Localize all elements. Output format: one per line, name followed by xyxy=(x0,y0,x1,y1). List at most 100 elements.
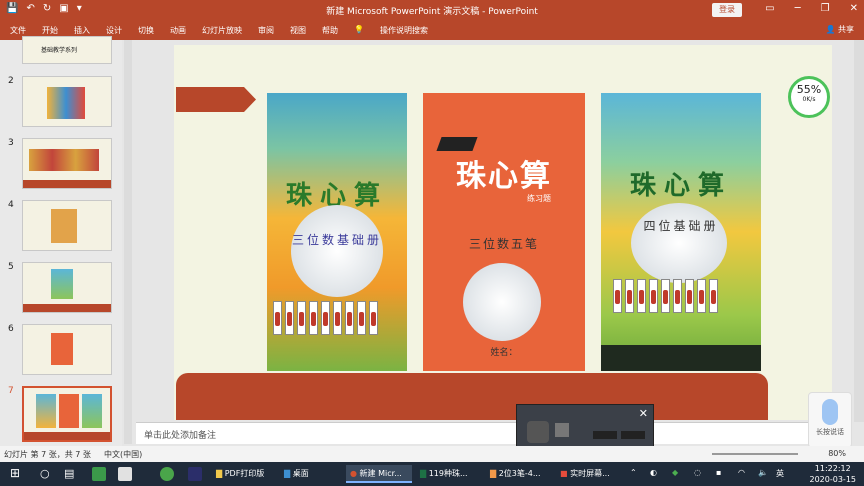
tray-icon-3[interactable]: ▪ xyxy=(716,468,721,477)
footer-banner-shape[interactable] xyxy=(176,373,768,420)
tray-icon-1[interactable]: ◐ xyxy=(650,468,657,477)
graduation-cap-icon xyxy=(436,137,478,151)
microphone-icon xyxy=(822,399,838,425)
lightbulb-icon: 💡 xyxy=(354,25,364,34)
clock-date: 2020-03-15 xyxy=(809,475,857,484)
app-icon-1[interactable] xyxy=(92,467,106,481)
taskbar-item-recorder[interactable]: ■ 实时屏幕... xyxy=(556,465,622,483)
slide-thumbnail-7[interactable] xyxy=(22,386,112,442)
slide-number-3: 3 xyxy=(8,138,14,148)
app-icon-3[interactable] xyxy=(160,467,174,481)
tab-animations[interactable]: 动画 xyxy=(170,25,186,36)
slide-thumbnail-5[interactable] xyxy=(22,262,112,313)
slide-stage: 珠心算 三位数基础册 珠心算 练习题 三位数五笔 姓名： 珠心算 四位基础册 xyxy=(136,40,864,422)
app-icon-2[interactable] xyxy=(118,467,132,481)
tray-chevron-icon[interactable]: ⌃ xyxy=(630,468,637,477)
slide-canvas[interactable]: 珠心算 三位数基础册 珠心算 练习题 三位数五笔 姓名： 珠心算 四位基础册 xyxy=(174,45,832,420)
tab-transitions[interactable]: 切换 xyxy=(138,25,154,36)
recorder-timer-bar xyxy=(621,431,645,439)
windows-taskbar: ⊞ ○ ▤ ▇ PDF打印版 ▇ 桌面 ● 新建 Micr... ▇ 119种珠… xyxy=(0,462,864,486)
book2-name-label: 姓名： xyxy=(490,348,518,358)
slide-count: 幻灯片 第 7 张，共 7 张 xyxy=(4,450,91,459)
book-cover-1[interactable]: 珠心算 三位数基础册 xyxy=(267,93,407,371)
ribbon-display-options-icon[interactable]: ▭ xyxy=(765,3,774,14)
slide-thumbnail-6[interactable] xyxy=(22,324,112,375)
tell-me-search[interactable]: 操作说明搜索 xyxy=(380,25,428,36)
thumbnails-scrollbar[interactable] xyxy=(124,40,132,444)
book-cover-3[interactable]: 珠心算 四位基础册 xyxy=(601,93,761,371)
notes-pane[interactable]: 单击此处添加备注 xyxy=(136,422,852,444)
tab-insert[interactable]: 插入 xyxy=(74,25,90,36)
book3-disc-image xyxy=(631,203,727,283)
ime-icon[interactable]: 英 xyxy=(776,468,784,479)
tray-icon-2[interactable]: ◌ xyxy=(694,468,701,477)
tab-design[interactable]: 设计 xyxy=(106,25,122,36)
taskbar-item-pdf[interactable]: ▇ PDF打印版 xyxy=(212,465,276,483)
slide-thumbnail-4[interactable] xyxy=(22,200,112,251)
tab-help[interactable]: 帮助 xyxy=(322,25,338,36)
clock-time: 11:22:12 xyxy=(814,464,851,473)
voice-label: 长按说话 xyxy=(816,428,844,436)
speed-rate: 0K/s xyxy=(802,96,816,103)
tab-file[interactable]: 文件 xyxy=(10,25,26,36)
tab-slideshow[interactable]: 幻灯片放映 xyxy=(202,25,242,36)
person-icon: 👤 xyxy=(825,25,836,34)
taskbar-item-label: 119种珠... xyxy=(428,469,468,478)
book3-bottom-shadow xyxy=(601,345,761,371)
login-button[interactable]: 登录 xyxy=(712,3,742,17)
tab-review[interactable]: 审阅 xyxy=(258,25,274,36)
book2-title: 珠心算 xyxy=(456,159,552,194)
slide-number-4: 4 xyxy=(8,200,14,210)
taskbar-item-label: 新建 Micr... xyxy=(359,469,402,478)
voice-input-widget[interactable]: 长按说话 xyxy=(808,392,852,448)
slide-thumbnail-1[interactable]: 基础教学系列 xyxy=(22,36,112,64)
taskbar-item-excel[interactable]: ▇ 119种珠... xyxy=(416,465,482,483)
taskbar-item-powerpoint[interactable]: ● 新建 Micr... xyxy=(346,465,412,483)
record-button[interactable] xyxy=(527,421,549,443)
taskbar-item-label: 2位3笔-4... xyxy=(498,469,541,478)
language-indicator[interactable]: 中文(中国) xyxy=(104,449,142,460)
security-icon[interactable]: ◆ xyxy=(672,468,678,477)
slide-thumbnails-pane: 基础教学系列 2 3 4 5 6 7 xyxy=(0,36,132,446)
book2-tag: 练习题 xyxy=(527,194,551,203)
slide-number-5: 5 xyxy=(8,262,14,272)
zoom-slider[interactable] xyxy=(712,453,798,455)
taskbar-clock[interactable]: 11:22:12 2020-03-15 xyxy=(810,463,857,485)
book3-title: 珠心算 xyxy=(629,171,732,201)
taskbar-item-video[interactable]: ▇ 2位3笔-4... xyxy=(486,465,552,483)
tab-view[interactable]: 视图 xyxy=(290,25,306,36)
share-label: 共享 xyxy=(838,25,854,34)
volume-icon[interactable]: 🔈 xyxy=(758,468,768,477)
slide-number-7: 7 xyxy=(8,386,14,396)
tab-home[interactable]: 开始 xyxy=(42,25,58,36)
share-button[interactable]: 👤 共享 xyxy=(825,24,854,35)
windows-start-icon[interactable]: ⊞ xyxy=(10,466,20,480)
slide-number-6: 6 xyxy=(8,324,14,334)
desktop-icon: ▇ xyxy=(284,469,291,478)
close-icon[interactable]: ✕ xyxy=(639,407,648,420)
excel-icon: ▇ xyxy=(420,469,427,478)
slide-thumbnail-2[interactable] xyxy=(22,76,112,127)
task-view-icon[interactable]: ▤ xyxy=(64,467,74,480)
restore-icon[interactable]: ❐ xyxy=(821,3,830,14)
slide-thumbnail-3[interactable] xyxy=(22,138,112,189)
stop-button[interactable] xyxy=(555,423,569,437)
zoom-level[interactable]: 80% xyxy=(828,449,846,458)
title-arrow-shape[interactable] xyxy=(176,87,256,112)
close-icon[interactable]: ✕ xyxy=(850,3,858,14)
book1-abacus xyxy=(273,301,378,335)
search-icon[interactable]: ○ xyxy=(40,467,50,480)
recorder-status-bar xyxy=(593,431,617,439)
book2-disc-image xyxy=(463,263,541,341)
wifi-icon[interactable]: ◠ xyxy=(738,468,745,477)
ribbon-tabs: 文件 开始 插入 设计 切换 动画 幻灯片放映 审阅 视图 帮助 💡 操作说明搜… xyxy=(0,20,864,40)
network-speed-widget[interactable]: 55% 0K/s xyxy=(788,76,830,118)
book-cover-2[interactable]: 珠心算 练习题 三位数五笔 姓名： xyxy=(423,93,585,371)
photoshop-icon[interactable] xyxy=(188,467,202,481)
minimize-icon[interactable]: ─ xyxy=(795,3,801,14)
taskbar-item-label: 桌面 xyxy=(292,469,309,478)
slide-scrollbar[interactable] xyxy=(854,40,864,422)
taskbar-item-desktop[interactable]: ▇ 桌面 xyxy=(280,465,340,483)
status-bar: 幻灯片 第 7 张，共 7 张 中文(中国) 80% xyxy=(0,446,864,462)
book3-abacus xyxy=(613,279,718,313)
